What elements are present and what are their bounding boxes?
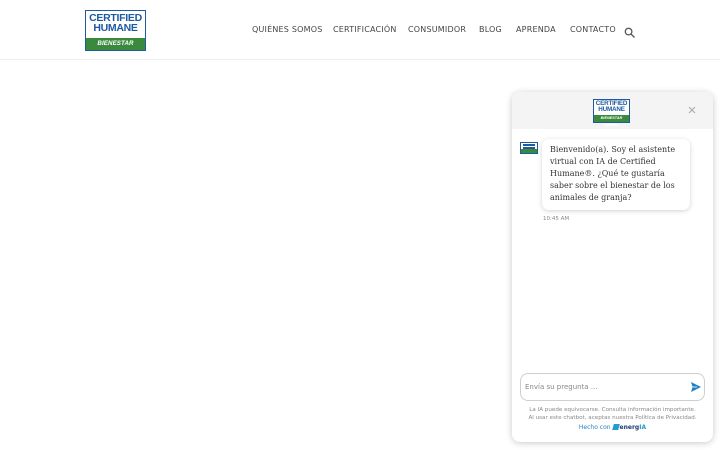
search-icon[interactable] — [624, 27, 635, 38]
close-icon[interactable] — [687, 105, 697, 115]
chat-header: CERTIFIED HUMANE BIENESTAR ANIMAL — [512, 92, 713, 129]
made-with-label: Hecho con — [578, 424, 611, 431]
bot-avatar-icon — [520, 142, 538, 154]
disclaimer-line-1: La IA puede equivocarse. Consulta inform… — [529, 407, 696, 413]
brand-name-part-2: IA — [639, 424, 647, 431]
message-timestamp: 10:45 AM — [543, 216, 570, 222]
site-header: CERTIFIED HUMANE BIENESTAR ANIMAL QUIÉNE… — [0, 0, 720, 60]
certified-humane-logo[interactable]: CERTIFIED HUMANE BIENESTAR ANIMAL — [85, 10, 146, 59]
brand-name-part-1: energ — [619, 424, 640, 431]
nav-item-contacto[interactable]: CONTACTO — [570, 25, 616, 34]
chat-input-container — [520, 373, 705, 401]
send-icon[interactable] — [690, 381, 702, 393]
logo-line-2: HUMANE — [93, 22, 138, 34]
chat-header-logo: CERTIFIED HUMANE BIENESTAR ANIMAL — [593, 99, 630, 127]
chat-input[interactable] — [525, 379, 680, 395]
made-with-credit[interactable]: Hecho con energIA — [512, 424, 713, 431]
chat-logo-line-2: HUMANE — [598, 106, 625, 113]
page: CERTIFIED HUMANE BIENESTAR ANIMAL QUIÉNE… — [0, 0, 720, 450]
bot-message-text: Bienvenido(a). Soy el asistente virtual … — [550, 145, 676, 202]
chatbot-widget: CERTIFIED HUMANE BIENESTAR ANIMAL Bienve… — [512, 92, 713, 442]
energia-logo-icon — [611, 424, 620, 430]
chat-logo-line-3: BIENESTAR ANIMAL — [594, 115, 629, 127]
nav-item-consumidor[interactable]: CONSUMIDOR — [408, 25, 466, 34]
nav-item-aprenda[interactable]: APRENDA — [516, 25, 556, 34]
nav-item-quienes-somos[interactable]: QUIÉNES SOMOS — [252, 25, 322, 34]
ai-disclaimer: La IA puede equivocarse. Consulta inform… — [512, 406, 713, 422]
disclaimer-line-2[interactable]: Al usar este chatbot, aceptas nuestra Po… — [512, 414, 713, 422]
logo-line-3: BIENESTAR ANIMAL — [86, 38, 145, 59]
nav-item-certificacion[interactable]: CERTIFICACIÓN — [333, 25, 397, 34]
bot-message-bubble: Bienvenido(a). Soy el asistente virtual … — [542, 139, 690, 210]
nav-item-blog[interactable]: BLOG — [479, 25, 502, 34]
